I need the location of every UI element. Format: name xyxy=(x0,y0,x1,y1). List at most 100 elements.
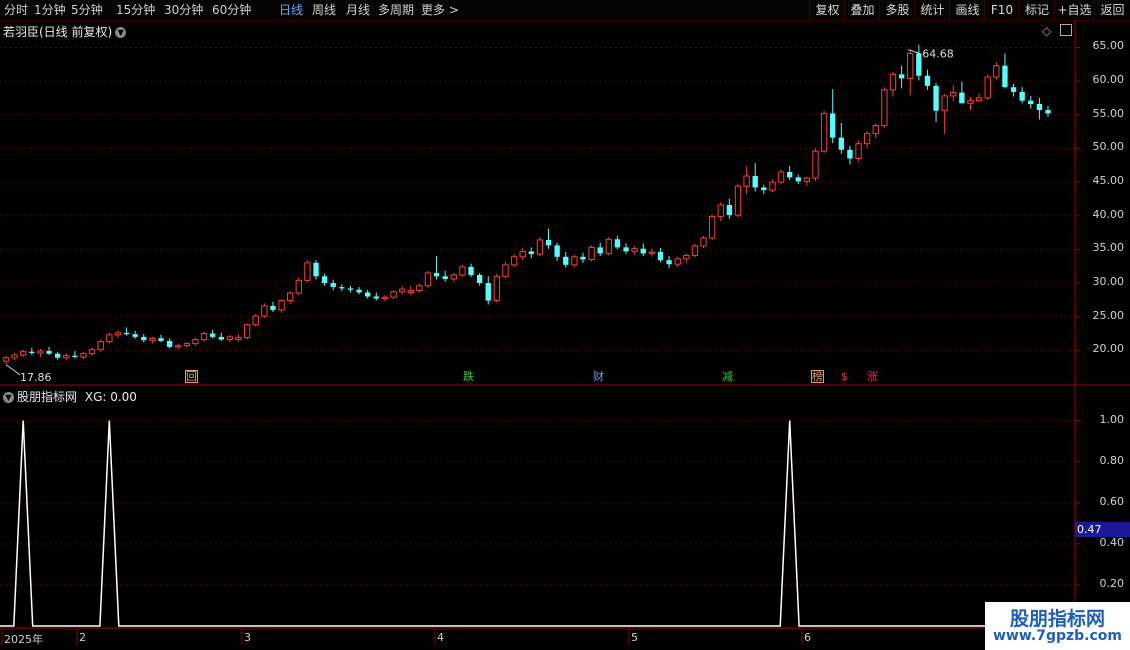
candle-body-up xyxy=(588,246,595,260)
candle-body-down xyxy=(1019,91,1025,101)
candle-body-down xyxy=(554,245,560,257)
event-marker-5[interactable]: $ xyxy=(838,370,851,383)
candle-body-up xyxy=(769,181,776,191)
time-tick-label: 6 xyxy=(804,631,811,644)
price-tick-label: 45.00 xyxy=(1092,174,1125,188)
candle-body-up xyxy=(20,351,27,356)
xg-indicator-line xyxy=(0,420,1075,627)
time-tick-label: 2 xyxy=(79,631,86,644)
candle-body-down xyxy=(597,247,603,254)
event-marker-2[interactable]: 财 xyxy=(592,370,605,383)
candle-body-down xyxy=(838,137,844,150)
price-tick-label: 65.00 xyxy=(1092,39,1125,53)
candle-body-up xyxy=(674,258,681,265)
candle-body-down xyxy=(132,334,138,337)
event-marker-0[interactable]: 回 xyxy=(185,370,198,383)
candle-body-up xyxy=(993,65,1000,78)
candle-body-up xyxy=(941,95,948,112)
watermark-url: www.7gpzb.com xyxy=(992,628,1122,644)
chart-canvas: 64.68 17.86 xyxy=(0,20,1130,645)
candle-body-up xyxy=(295,279,302,294)
candle-body-up xyxy=(648,251,656,254)
candle-body-down xyxy=(580,256,586,260)
price-tick-label: 60.00 xyxy=(1092,73,1125,87)
candle-body-down xyxy=(347,288,354,290)
candle-body-up xyxy=(175,345,182,348)
candle-body-up xyxy=(863,133,871,145)
low-price-label: 17.86 xyxy=(20,371,52,384)
candle-body-up xyxy=(261,305,268,317)
indicator-tick-label: 1.00 xyxy=(1099,412,1125,426)
candle-body-up xyxy=(390,291,397,298)
candle-body-down xyxy=(752,176,758,188)
candle-body-up xyxy=(97,341,104,351)
candle-body-up xyxy=(967,100,974,104)
candle-body-up xyxy=(2,357,10,362)
time-tick-label: 4 xyxy=(437,631,444,644)
candle-body-down xyxy=(485,283,491,301)
candle-body-down xyxy=(123,332,130,335)
event-marker-3[interactable]: 减 xyxy=(721,370,734,383)
candle-body-down xyxy=(898,74,905,79)
candle-body-up xyxy=(493,275,501,302)
candle-body-down xyxy=(433,272,440,277)
candle-body-up xyxy=(200,333,208,341)
candle-body-up xyxy=(820,112,828,152)
candle-body-up xyxy=(519,250,526,258)
candle-body-up xyxy=(459,266,466,276)
candle-body-down xyxy=(330,283,336,288)
event-marker-6[interactable]: 涨 xyxy=(866,370,879,383)
candle-body-up xyxy=(192,339,199,345)
candle-body-up xyxy=(106,334,113,343)
candle-body-down xyxy=(528,251,534,255)
candle-body-up xyxy=(975,97,983,102)
candle-body-down xyxy=(1028,100,1034,104)
candle-body-up xyxy=(398,288,406,293)
candle-body-up xyxy=(691,245,699,256)
candle-body-down xyxy=(933,85,939,111)
price-tick-label: 40.00 xyxy=(1092,207,1125,221)
candle-body-up xyxy=(80,353,87,358)
candle-body-down xyxy=(1002,65,1008,88)
candle-body-down xyxy=(442,276,448,279)
candle-body-up xyxy=(416,285,423,291)
candle-body-down xyxy=(218,336,224,340)
candle-body-up xyxy=(450,274,457,280)
price-tick-label: 50.00 xyxy=(1092,140,1125,154)
candle-body-down xyxy=(339,287,345,289)
candle-body-down xyxy=(1010,87,1017,92)
candle-body-up xyxy=(536,239,544,255)
indicator-tick-label: 0.20 xyxy=(1099,576,1125,590)
candle-body-down xyxy=(72,355,78,358)
time-tick-label: 2025年 xyxy=(4,633,43,646)
indicator-tick-label: 0.60 xyxy=(1099,494,1125,508)
candle-body-down xyxy=(563,256,569,265)
candle-body-up xyxy=(984,76,991,99)
candle-body-down xyxy=(373,296,379,299)
price-tick-label: 20.00 xyxy=(1092,342,1125,356)
candle-body-up xyxy=(571,256,578,266)
candle-body-up xyxy=(114,332,122,336)
candle-body-up xyxy=(88,349,96,355)
candle-body-up xyxy=(37,350,44,354)
candle-body-up xyxy=(183,343,191,347)
candle-body-down xyxy=(795,177,801,182)
candle-body-down xyxy=(365,292,371,297)
candle-body-down xyxy=(666,260,672,265)
high-price-label: 64.68 xyxy=(922,48,954,61)
event-marker-4[interactable]: 榜 xyxy=(811,370,824,383)
candle-body-up xyxy=(278,300,285,311)
event-marker-1[interactable]: 跌 xyxy=(462,370,475,383)
candle-body-down xyxy=(830,113,836,138)
low-pointer xyxy=(5,364,21,376)
time-tick-label: 3 xyxy=(244,631,251,644)
candle-body-down xyxy=(468,266,474,275)
candle-body-down xyxy=(726,204,733,216)
candle-body-up xyxy=(734,185,742,216)
price-tick-label: 30.00 xyxy=(1092,275,1125,289)
candle-body-up xyxy=(502,264,509,277)
price-tick-label: 55.00 xyxy=(1092,106,1125,120)
candle-body-up xyxy=(605,238,612,254)
candle-body-up xyxy=(717,204,724,217)
candle-body-up xyxy=(11,354,18,359)
